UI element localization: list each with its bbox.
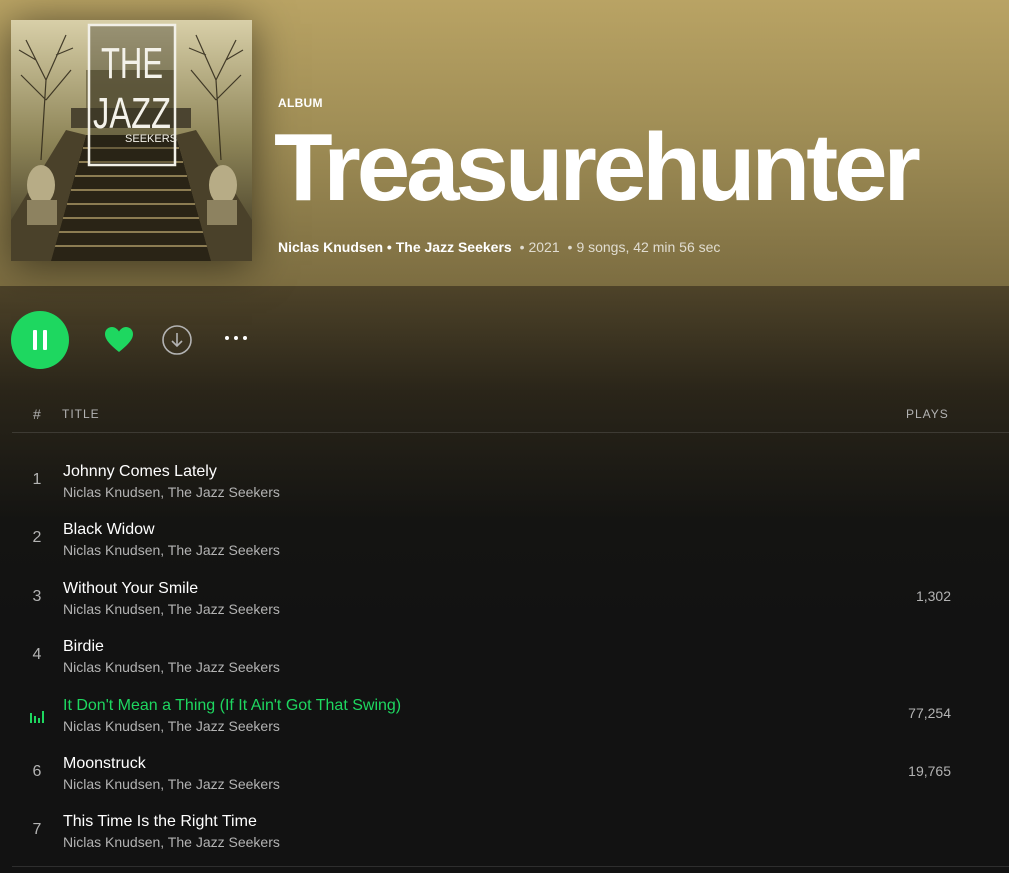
track-artists[interactable]: Niclas Knudsen, The Jazz Seekers (63, 601, 280, 617)
track-artists[interactable]: Niclas Knudsen, The Jazz Seekers (63, 484, 280, 500)
like-button[interactable] (103, 324, 135, 356)
column-title-header: TITLE (62, 407, 100, 421)
pause-icon (33, 330, 37, 350)
track-plays: 77,254 (908, 704, 951, 721)
track-row[interactable]: 6 Moonstruck Niclas Knudsen, The Jazz Se… (12, 753, 1009, 811)
track-title[interactable]: Moonstruck (63, 755, 146, 773)
track-number: 4 (32, 646, 42, 664)
track-row[interactable]: 3 Without Your Smile Niclas Knudsen, The… (12, 578, 1009, 636)
cover-text-jazz: JAZZ (93, 89, 171, 138)
album-title: Treasurehunter (274, 114, 921, 221)
track-artists[interactable]: Niclas Knudsen, The Jazz Seekers (63, 659, 280, 675)
more-options-button[interactable] (218, 326, 254, 350)
track-artists[interactable]: Niclas Knudsen, The Jazz Seekers (63, 718, 280, 734)
album-stats: 9 songs, 42 min 56 sec (576, 239, 721, 255)
track-number: 6 (32, 762, 42, 780)
track-artists[interactable]: Niclas Knudsen, The Jazz Seekers (63, 834, 280, 850)
info-dot: • (519, 239, 525, 255)
album-info: Niclas Knudsen • The Jazz Seekers • 2021 … (278, 239, 720, 255)
track-row[interactable]: 4 Birdie Niclas Knudsen, The Jazz Seeker… (12, 636, 1009, 694)
track-title[interactable]: Without Your Smile (63, 580, 198, 598)
track-title[interactable]: Johnny Comes Lately (63, 463, 217, 481)
track-row[interactable]: 1 Johnny Comes Lately Niclas Knudsen, Th… (12, 461, 1009, 519)
track-title[interactable]: This Time Is the Right Time (63, 813, 257, 831)
track-title[interactable]: Black Widow (63, 521, 155, 539)
more-icon-dot (243, 336, 247, 340)
album-cover[interactable]: THE JAZZ SEEKERS (11, 20, 252, 261)
column-plays-header: PLAYS (906, 407, 949, 421)
tracklist: 1 Johnny Comes Lately Niclas Knudsen, Th… (12, 461, 1009, 870)
cover-artwork: THE JAZZ SEEKERS (11, 20, 252, 261)
track-number: 1 (32, 471, 42, 488)
heart-icon (105, 327, 133, 352)
pause-icon-bar (43, 330, 47, 350)
track-plays: 19,765 (908, 762, 951, 779)
column-number-header: # (33, 406, 42, 422)
track-row[interactable]: 2 Black Widow Niclas Knudsen, The Jazz S… (12, 519, 1009, 577)
cover-text-seekers: SEEKERS (125, 133, 177, 145)
artist-separator: • (386, 239, 392, 255)
more-icon-dot (234, 336, 238, 340)
album-year: 2021 (528, 239, 560, 255)
track-row-now-playing[interactable]: It Don't Mean a Thing (If It Ain't Got T… (12, 695, 1009, 753)
tracklist-divider (12, 866, 1009, 867)
tracklist-header: # TITLE PLAYS (12, 401, 1009, 433)
info-dot: • (567, 239, 573, 255)
track-plays: 1,302 (915, 587, 951, 604)
track-number: 3 (32, 587, 42, 605)
download-icon (162, 325, 192, 355)
more-icon (225, 336, 229, 340)
track-title[interactable]: It Don't Mean a Thing (If It Ain't Got T… (63, 697, 401, 715)
pause-button[interactable] (11, 311, 69, 369)
album-type-label: ALBUM (278, 96, 323, 110)
track-artists[interactable]: Niclas Knudsen, The Jazz Seekers (63, 542, 280, 558)
equalizer-icon (29, 709, 45, 723)
track-title[interactable]: Birdie (63, 638, 104, 656)
track-number: 7 (32, 821, 42, 839)
track-row[interactable]: 7 This Time Is the Right Time Niclas Knu… (12, 811, 1009, 869)
cover-text-the: THE (101, 39, 163, 88)
download-button[interactable] (161, 324, 193, 356)
album-meta: ALBUM (278, 96, 323, 110)
artist-link-niclas-knudsen[interactable]: Niclas Knudsen (278, 239, 383, 255)
track-artists[interactable]: Niclas Knudsen, The Jazz Seekers (63, 776, 280, 792)
track-number: 2 (32, 529, 42, 547)
artist-link-the-jazz-seekers[interactable]: The Jazz Seekers (396, 239, 512, 255)
